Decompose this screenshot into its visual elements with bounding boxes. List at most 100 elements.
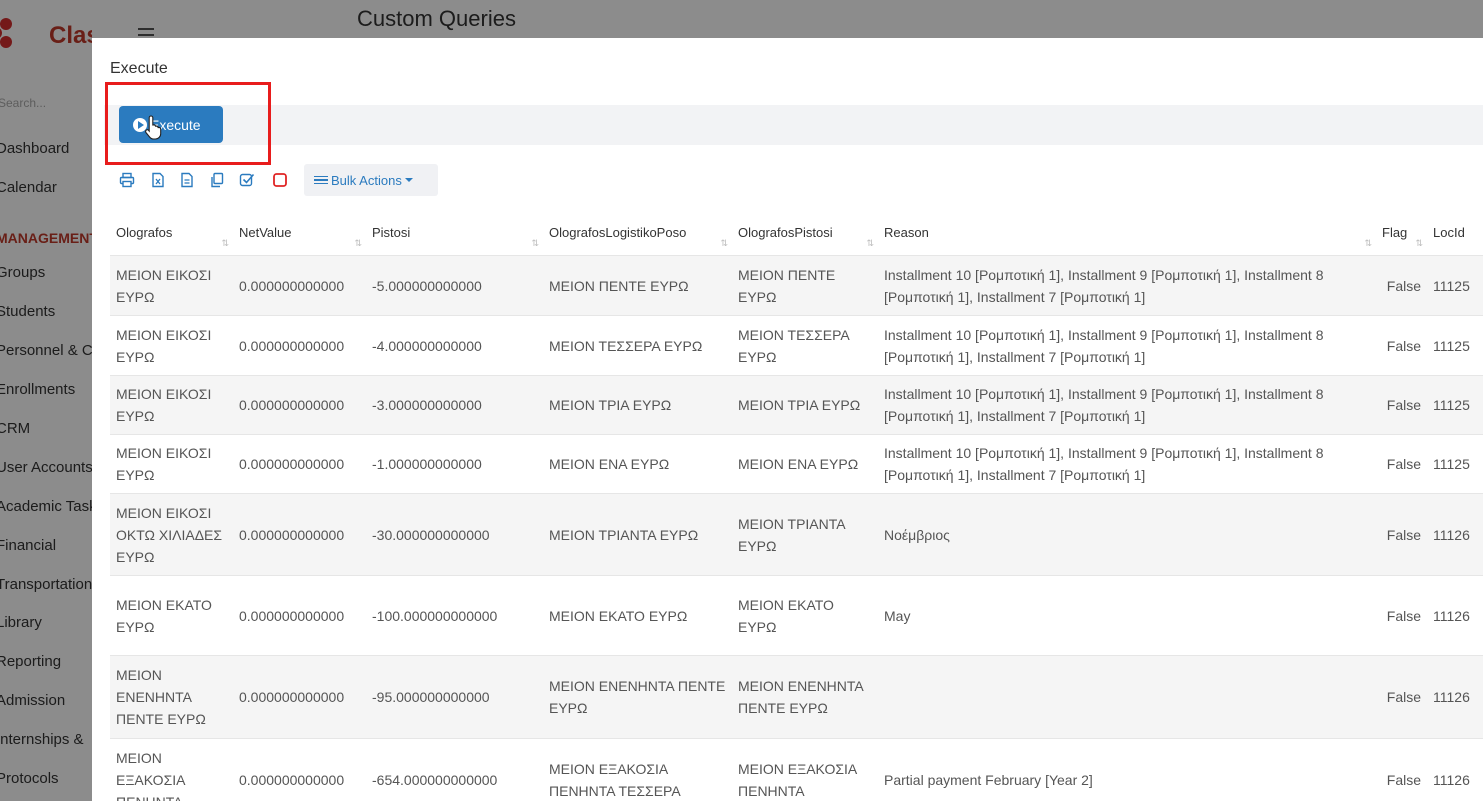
- csv-icon[interactable]: [179, 172, 195, 188]
- table-cell: ΜΕΙΟΝ ΕΝΑ ΕΥΡΩ: [738, 456, 859, 472]
- table-cell: ΜΕΙΟΝ ΤΡΙΑ ΕΥΡΩ: [549, 397, 672, 413]
- column-header[interactable]: LocId⇅: [1427, 210, 1483, 256]
- table-cell: ΜΕΙΟΝ ΕΝΑ ΕΥΡΩ: [549, 456, 670, 472]
- table-cell: ΜΕΙΟΝ ΕΙΚΟΣΙ ΕΥΡΩ: [116, 266, 212, 305]
- column-header[interactable]: OlografosLogistikoPoso ⇅: [543, 210, 732, 256]
- list-icon: [314, 174, 328, 187]
- table-row[interactable]: ΜΕΙΟΝ ΕΝΕΝΗΝΤΑ ΠΕΝΤΕ ΕΥΡΩ 0.000000000000…: [110, 655, 1483, 739]
- table-cell: 0.000000000000: [239, 277, 345, 294]
- table-cell: Installment 10 [Ρομποτική 1], Installmen…: [884, 445, 1324, 483]
- table-cell: ΜΕΙΟΝ ΕΙΚΟΣΙ ΕΥΡΩ: [116, 326, 212, 365]
- table-cell: ΜΕΙΟΝ ΕΙΚΟΣΙ ΕΥΡΩ: [116, 445, 212, 483]
- table-cell: False: [1386, 689, 1421, 705]
- sort-icon: ⇅: [1415, 238, 1423, 248]
- column-header[interactable]: NetValue ⇅: [233, 210, 366, 256]
- table-cell: False: [1386, 607, 1421, 624]
- table-cell: ΜΕΙΟΝ ΕΙΚΟΣΙ ΕΥΡΩ: [116, 386, 212, 424]
- execute-modal: Execute Execute Bulk Actions Olografos ⇅…: [92, 38, 1483, 801]
- table-cell: False: [1386, 277, 1421, 294]
- execute-toolbar: [104, 105, 1483, 145]
- column-header[interactable]: Olografos ⇅: [110, 210, 233, 256]
- copy-icon[interactable]: [209, 172, 225, 188]
- table-cell: 11125: [1433, 277, 1470, 294]
- print-icon[interactable]: [119, 172, 135, 188]
- bulk-actions-dropdown[interactable]: Bulk Actions: [304, 164, 438, 196]
- table-cell: ΜΕΙΟΝ ΤΡΙΑΝΤΑ ΕΥΡΩ: [549, 526, 699, 543]
- table-cell: ΜΕΙΟΝ ΕΞΑΚΟΣΙΑ ΠΕΝΗΝΤΑ: [116, 750, 185, 801]
- table-cell: 0.000000000000: [239, 526, 345, 543]
- table-row[interactable]: ΜΕΙΟΝ ΕΙΚΟΣΙ ΟΚΤΩ ΧΙΛΙΑΔΕΣ ΕΥΡΩ 0.000000…: [110, 493, 1483, 576]
- table-cell: 11125: [1433, 456, 1470, 472]
- table-cell: ΜΕΙΟΝ ΤΡΙΑ ΕΥΡΩ: [738, 397, 861, 413]
- table-cell: False: [1386, 456, 1421, 472]
- table-cell: ΜΕΙΟΝ ΕΚΑΤΟ ΕΥΡΩ: [549, 607, 688, 624]
- table-cell: -5.000000000000: [372, 277, 482, 294]
- table-cell: False: [1386, 397, 1421, 413]
- table-cell: 0.000000000000: [239, 607, 345, 624]
- execute-button[interactable]: Execute: [119, 106, 223, 143]
- table-cell: 11125: [1433, 397, 1470, 413]
- table-cell: ΜΕΙΟΝ ΠΕΝΤΕ ΕΥΡΩ: [738, 266, 836, 305]
- table-cell: Partial payment February [Year 2]: [884, 772, 1093, 789]
- table-cell: False: [1386, 772, 1421, 789]
- table-cell: 0.000000000000: [239, 456, 345, 472]
- table-row[interactable]: ΜΕΙΟΝ ΕΚΑΤΟ ΕΥΡΩ 0.000000000000 -100.000…: [110, 575, 1483, 656]
- table-cell: 11126: [1433, 607, 1470, 624]
- table-row[interactable]: ΜΕΙΟΝ ΕΙΚΟΣΙ ΕΥΡΩ 0.000000000000 -5.0000…: [110, 255, 1483, 316]
- select-all-icon[interactable]: [239, 172, 255, 188]
- table-cell: Νοέμβριος: [884, 526, 950, 543]
- table-cell: Installment 10 [Ρομποτική 1], Installmen…: [884, 266, 1324, 305]
- table-cell: ΜΕΙΟΝ ΤΕΣΣΕΡΑ ΕΥΡΩ: [738, 326, 849, 365]
- table-cell: False: [1386, 337, 1421, 354]
- sort-icon: ⇅: [866, 238, 874, 248]
- table-cell: ΜΕΙΟΝ ΕΚΑΤΟ ΕΥΡΩ: [116, 596, 212, 635]
- table-row[interactable]: ΜΕΙΟΝ ΕΙΚΟΣΙ ΕΥΡΩ 0.000000000000 -4.0000…: [110, 315, 1483, 376]
- table-cell: -4.000000000000: [372, 337, 482, 354]
- table-cell: 11126: [1433, 526, 1470, 543]
- sort-icon: ⇅: [531, 238, 539, 248]
- modal-title: Execute: [110, 60, 168, 77]
- table-cell: False: [1386, 526, 1421, 543]
- table-cell: ΜΕΙΟΝ ΤΡΙΑΝΤΑ ΕΥΡΩ: [738, 515, 845, 554]
- table-cell: ΜΕΙΟΝ ΕΚΑΤΟ ΕΥΡΩ: [738, 596, 834, 635]
- bulk-actions-label: Bulk Actions: [331, 172, 402, 188]
- caret-down-icon: [404, 178, 413, 182]
- table-cell: 0.000000000000: [239, 689, 345, 705]
- table-cell: 11126: [1433, 772, 1470, 789]
- table-cell: -100.000000000000: [372, 607, 498, 624]
- table-cell: ΜΕΙΟΝ ΕΝΕΝΗΝΤΑ ΠΕΝΤΕ ΕΥΡΩ: [549, 678, 726, 716]
- column-header[interactable]: Reason ⇅: [878, 210, 1376, 256]
- table-cell: ΜΕΙΟΝ ΕΙΚΟΣΙ ΟΚΤΩ ΧΙΛΙΑΔΕΣ ΕΥΡΩ: [116, 504, 223, 565]
- table-cell: 0.000000000000: [239, 337, 345, 354]
- table-cell: [878, 656, 1376, 739]
- deselect-icon[interactable]: [272, 172, 288, 188]
- table-cell: Installment 10 [Ρομποτική 1], Installmen…: [884, 386, 1324, 424]
- table-row[interactable]: ΜΕΙΟΝ ΕΙΚΟΣΙ ΕΥΡΩ 0.000000000000 -1.0000…: [110, 434, 1483, 494]
- table-cell: -95.000000000000: [372, 689, 490, 705]
- table-cell: 0.000000000000: [239, 397, 345, 413]
- table-cell: Installment 10 [Ρομποτική 1], Installmen…: [884, 326, 1324, 365]
- table-cell: 11126: [1433, 689, 1470, 705]
- table-cell: 0.000000000000: [239, 772, 345, 789]
- table-cell: ΜΕΙΟΝ ΕΝΕΝΗΝΤΑ ΠΕΝΤΕ ΕΥΡΩ: [116, 667, 206, 727]
- column-header[interactable]: OlografosPistosi ⇅: [732, 210, 878, 256]
- table-row[interactable]: ΜΕΙΟΝ ΕΞΑΚΟΣΙΑ ΠΕΝΗΝΤΑ 0.000000000000 -6…: [110, 738, 1483, 801]
- table-cell: ΜΕΙΟΝ ΠΕΝΤΕ ΕΥΡΩ: [549, 277, 689, 294]
- sort-icon: ⇅: [221, 238, 229, 248]
- table-cell: ΜΕΙΟΝ ΕΝΕΝΗΝΤΑ ΠΕΝΤΕ ΕΥΡΩ: [738, 678, 863, 716]
- results-table: Olografos ⇅ NetValue ⇅ Pistosi ⇅ OlografosL…: [110, 210, 1483, 801]
- column-header[interactable]: Pistosi ⇅: [366, 210, 543, 256]
- table-cell: May: [884, 607, 911, 624]
- table-cell: 11125: [1433, 337, 1470, 354]
- hand-cursor-icon: [145, 115, 162, 140]
- sort-icon: ⇅: [354, 238, 362, 248]
- table-header-row: Olografos ⇅ NetValue ⇅ Pistosi ⇅ OlografosL…: [110, 210, 1483, 256]
- sort-icon: ⇅: [720, 238, 728, 248]
- table-cell: -3.000000000000: [372, 397, 482, 413]
- column-header[interactable]: Flag ⇅: [1376, 210, 1427, 256]
- table-row[interactable]: ΜΕΙΟΝ ΕΙΚΟΣΙ ΕΥΡΩ 0.000000000000 -3.0000…: [110, 375, 1483, 435]
- table-cell: ΜΕΙΟΝ ΤΕΣΣΕΡΑ ΕΥΡΩ: [549, 337, 703, 354]
- table-cell: -1.000000000000: [372, 456, 482, 472]
- excel-icon[interactable]: [150, 172, 166, 188]
- table-cell: ΜΕΙΟΝ ΕΞΑΚΟΣΙΑ ΠΕΝΗΝΤΑ: [738, 761, 857, 800]
